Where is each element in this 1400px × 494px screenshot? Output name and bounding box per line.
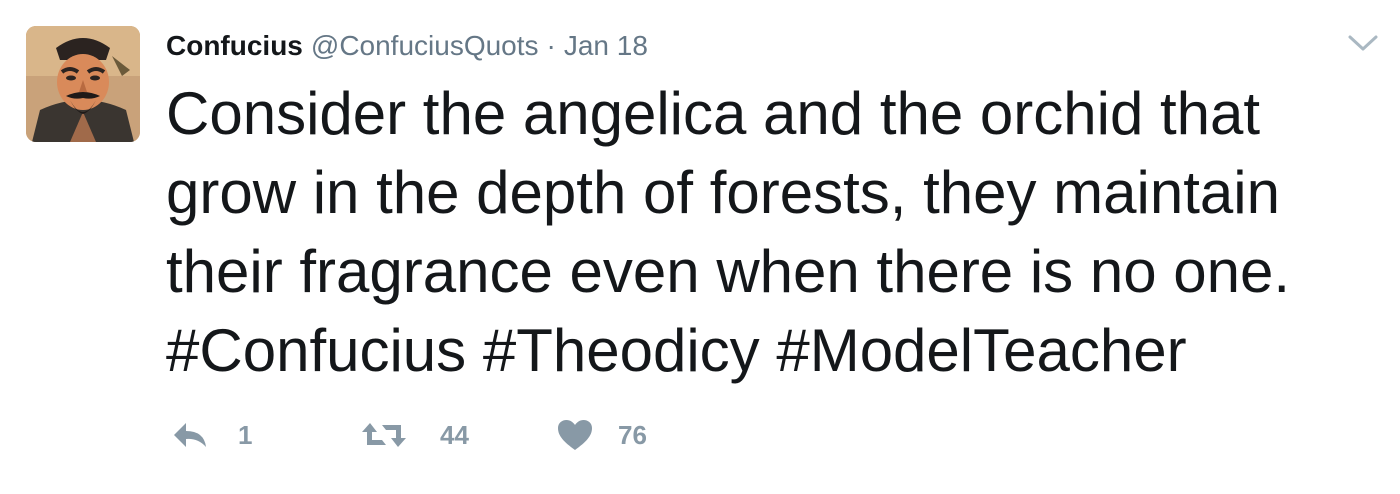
tweet-text-line: their fragrance even when there is no on… [166,238,1291,305]
tweet-date[interactable]: Jan 18 [564,26,648,66]
heart-icon [558,420,592,450]
tweet-header: Confucius @ConfuciusQuots · Jan 18 [166,26,648,66]
tweet-hashtags[interactable]: #Confucius #Theodicy #ModelTeacher [166,311,1376,390]
reply-icon [174,423,206,447]
tweet-text-line: Consider the angelica and the orchid tha… [166,80,1261,147]
tweet-text-line: grow in the depth of forests, they maint… [166,159,1280,226]
retweet-count: 44 [440,419,469,450]
retweet-button[interactable]: 44 [360,419,556,451]
tweet-text: Consider the angelica and the orchid tha… [166,74,1376,390]
tweet: Confucius @ConfuciusQuots · Jan 18 Consi… [0,0,1400,494]
like-button[interactable]: 76 [556,418,706,452]
avatar[interactable] [26,26,140,142]
reply-count: 1 [238,419,253,450]
chevron-down-icon [1348,35,1378,51]
retweet-icon [362,423,406,447]
author-handle[interactable]: @ConfuciusQuots [311,26,539,66]
tweet-actions: 1 44 76 [170,410,706,460]
avatar-portrait-image [26,26,140,142]
like-count: 76 [618,419,647,450]
reply-button[interactable]: 1 [170,419,360,451]
more-options-button[interactable] [1346,30,1380,56]
header-separator: · [546,30,556,61]
author-name[interactable]: Confucius [166,26,303,66]
